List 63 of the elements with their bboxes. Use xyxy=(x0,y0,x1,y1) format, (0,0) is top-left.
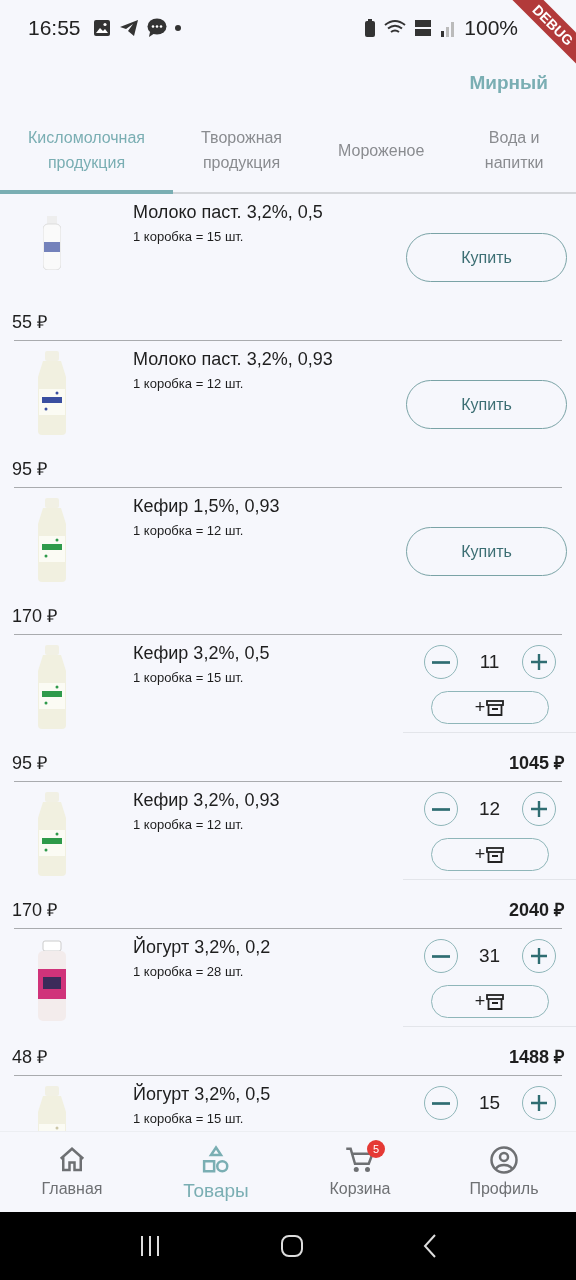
total-price: 1488 ₽ xyxy=(508,1046,564,1068)
dot-icon xyxy=(174,24,181,31)
product-name: Йогурт 3,2%, 0,2 xyxy=(133,937,272,958)
cart-badge: 5 xyxy=(367,1140,385,1158)
pack-size: 1 коробка = 12 шт. xyxy=(133,817,245,832)
nav-tab[interactable]: 5 Корзина xyxy=(288,1132,432,1212)
pack-size: 1 коробка = 15 шт. xyxy=(133,1111,245,1126)
unit-price: 170 ₽ xyxy=(12,899,58,921)
unit-price: 55 ₽ xyxy=(12,311,48,333)
pack-size: 1 коробка = 15 шт. xyxy=(133,229,245,244)
quantity: 11 xyxy=(478,651,501,673)
nav-label: Корзина xyxy=(329,1180,391,1198)
plus-icon xyxy=(528,799,549,819)
quantity: 31 xyxy=(477,945,502,967)
send-icon xyxy=(118,18,139,37)
nav-tab[interactable]: Главная xyxy=(0,1132,144,1212)
back-icon[interactable] xyxy=(422,1234,437,1258)
image-icon xyxy=(92,18,111,37)
product-name: Йогурт 3,2%, 0,5 xyxy=(133,1084,272,1105)
unit-price: 95 ₽ xyxy=(12,752,48,774)
category-tab[interactable]: Мороженое xyxy=(310,110,453,194)
quantity: 12 xyxy=(477,798,502,820)
nav-label: Главная xyxy=(41,1180,103,1198)
unit-price: 95 ₽ xyxy=(12,458,48,480)
archive-box-icon xyxy=(486,698,505,717)
pack-size: 1 коробка = 15 шт. xyxy=(133,670,245,685)
plus-icon xyxy=(528,1093,549,1113)
shapes-icon xyxy=(201,1145,231,1175)
product-name: Кефир 3,2%, 0,93 xyxy=(133,790,281,811)
total-price: 2040 ₽ xyxy=(508,899,564,921)
nav-label: Товары xyxy=(183,1180,249,1202)
battery-level: 100% xyxy=(464,15,518,40)
recent-apps-icon[interactable] xyxy=(139,1235,162,1257)
minus-icon xyxy=(431,807,450,811)
archive-box-icon xyxy=(486,845,505,864)
product-name: Молоко паст. 3,2%, 0,5 xyxy=(133,202,324,223)
minus-icon xyxy=(431,660,450,664)
cart-icon xyxy=(345,1145,375,1175)
product-name: Кефир 3,2%, 0,5 xyxy=(133,643,271,664)
minus-icon xyxy=(431,1101,450,1105)
battery-saver-icon xyxy=(364,18,377,37)
category-tab[interactable]: Кисломолочная продукция xyxy=(0,110,173,194)
unit-price: 48 ₽ xyxy=(12,1046,48,1068)
minus-icon xyxy=(431,954,450,958)
nav-tab[interactable]: Профиль xyxy=(432,1132,576,1212)
nav-label: Профиль xyxy=(469,1180,539,1198)
pack-size: 1 коробка = 12 шт. xyxy=(133,376,245,391)
plus-icon xyxy=(528,652,549,672)
category-tab[interactable]: Творожная продукция xyxy=(173,110,311,194)
category-tab[interactable]: Вода и напитки xyxy=(452,110,576,194)
product-name: Молоко паст. 3,2%, 0,93 xyxy=(133,349,334,370)
product-name: Кефир 1,5%, 0,93 xyxy=(133,496,281,517)
status-time: 16:55 xyxy=(28,15,81,40)
volte-icon xyxy=(414,17,433,38)
archive-box-icon xyxy=(486,992,505,1011)
unit-price: 170 ₽ xyxy=(12,605,58,627)
total-price: 1045 ₽ xyxy=(508,752,564,774)
pack-size: 1 коробка = 12 шт. xyxy=(133,523,245,538)
profile-icon xyxy=(489,1145,519,1175)
pack-size: 1 коробка = 28 шт. xyxy=(133,964,245,979)
chat-icon xyxy=(146,18,167,37)
quantity: 15 xyxy=(477,1092,502,1114)
plus-icon xyxy=(528,946,549,966)
